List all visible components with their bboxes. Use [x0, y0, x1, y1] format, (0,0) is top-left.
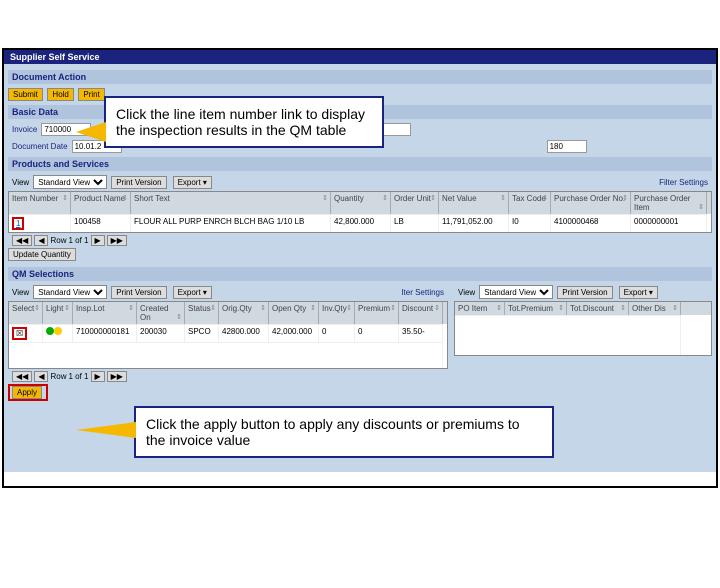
r-col-poitem[interactable]: PO Item	[455, 302, 505, 315]
callout-item-link: Click the line item number link to displ…	[104, 96, 384, 148]
qm-page-first[interactable]: ◀◀	[12, 371, 32, 382]
table-row: 1 100458 FLOUR ALL PURP ENRCH BLCH BAG 1…	[9, 214, 711, 232]
qm-printv-button[interactable]: Print Version	[111, 286, 166, 299]
qm-col-light[interactable]: Light	[43, 302, 73, 324]
hold-button[interactable]: Hold	[47, 88, 73, 101]
cell-product: 100458	[71, 214, 131, 232]
qm-view-label: View	[12, 288, 29, 297]
products-header: Products and Services	[8, 157, 712, 171]
col-short-text[interactable]: Short Text	[131, 192, 331, 214]
cell-qty: 42,800.000	[331, 214, 391, 232]
col-tax[interactable]: Tax Code	[509, 192, 551, 214]
r-col-prem[interactable]: Tot.Premium	[505, 302, 567, 315]
col-poitem[interactable]: Purchase Order Item	[631, 192, 707, 214]
print-button[interactable]: Print	[78, 88, 104, 101]
docdate-label: Document Date	[12, 142, 68, 151]
document-action-header: Document Action	[8, 70, 712, 84]
view-label: View	[12, 178, 29, 187]
qm-col-inv[interactable]: Inv.Qty	[319, 302, 355, 324]
col-pono[interactable]: Purchase Order No.	[551, 192, 631, 214]
r-col-other[interactable]: Other Dis	[629, 302, 681, 315]
callout-apply: Click the apply button to apply any disc…	[134, 406, 554, 458]
qm-view-select[interactable]: Standard View	[33, 285, 107, 299]
qm-select-check[interactable]: ☒	[12, 327, 27, 340]
qm-cell-prem: 0	[355, 324, 399, 342]
qm-cell-created: 200030	[137, 324, 185, 342]
qm-cell-disc: 35.50-	[399, 324, 443, 342]
qm-header: QM Selections	[8, 267, 712, 281]
col-product[interactable]: Product Name	[71, 192, 131, 214]
invoice-label: Invoice	[12, 125, 37, 134]
right-table: PO Item Tot.Premium Tot.Discount Other D…	[454, 301, 712, 356]
qm-col-select[interactable]: Select	[9, 302, 43, 324]
r-export-button[interactable]: Export ▾	[619, 286, 658, 299]
item-number-link[interactable]: 1	[16, 219, 20, 228]
apply-button[interactable]: Apply	[12, 386, 42, 399]
id-field[interactable]	[547, 140, 587, 153]
qm-page-prev[interactable]: ◀	[34, 371, 48, 382]
qm-pager-of: 1 of 1	[68, 372, 88, 381]
title-bar: Supplier Self Service	[4, 50, 716, 64]
page-next[interactable]: ▶	[91, 235, 105, 246]
r-printv-button[interactable]: Print Version	[557, 286, 612, 299]
page-last[interactable]: ▶▶	[107, 235, 127, 246]
qm-table: Select Light Insp.Lot Created On Status …	[8, 301, 448, 369]
qm-col-lot[interactable]: Insp.Lot	[73, 302, 137, 324]
qm-export-button[interactable]: Export ▾	[173, 286, 212, 299]
page-first[interactable]: ◀◀	[12, 235, 32, 246]
qm-cell-status: SPCO	[185, 324, 219, 342]
qm-col-disc[interactable]: Discount	[399, 302, 443, 324]
cell-poitem: 0000000001	[631, 214, 707, 232]
cell-net: 11,791,052.00	[439, 214, 509, 232]
col-item-number[interactable]: Item Number	[9, 192, 71, 214]
col-qty[interactable]: Quantity	[331, 192, 391, 214]
qm-cell-orig: 42800.000	[219, 324, 269, 342]
qm-col-orig[interactable]: Orig.Qty	[219, 302, 269, 324]
r-col-disc[interactable]: Tot.Discount	[567, 302, 629, 315]
qm-col-prem[interactable]: Premium	[355, 302, 399, 324]
cell-tax: I0	[509, 214, 551, 232]
page-prev[interactable]: ◀	[34, 235, 48, 246]
submit-button[interactable]: Submit	[8, 88, 43, 101]
qm-page-next[interactable]: ▶	[91, 371, 105, 382]
qm-cell-lot: 710000000181	[73, 324, 137, 342]
pager-of: 1 of 1	[68, 236, 88, 245]
export-button[interactable]: Export ▾	[173, 176, 212, 189]
light-green-icon	[46, 327, 54, 335]
col-netvalue[interactable]: Net Value	[439, 192, 509, 214]
qm-pager-row: Row	[50, 372, 66, 381]
qm-iter-link[interactable]: Iter Settings	[401, 288, 444, 297]
printversion-button[interactable]: Print Version	[111, 176, 166, 189]
qm-col-status[interactable]: Status	[185, 302, 219, 324]
col-unit[interactable]: Order Unit	[391, 192, 439, 214]
cell-text: FLOUR ALL PURP ENRCH BLCH BAG 1/10 LB	[131, 214, 331, 232]
qm-cell-open: 42,000.000	[269, 324, 319, 342]
qm-page-last[interactable]: ▶▶	[107, 371, 127, 382]
qm-col-open[interactable]: Open Qty	[269, 302, 319, 324]
items-table: Item Number Product Name Short Text Quan…	[8, 191, 712, 233]
update-qty-button[interactable]: Update Quantity	[8, 248, 76, 261]
qm-col-created[interactable]: Created On	[137, 302, 185, 324]
r-view-select[interactable]: Standard View	[479, 285, 553, 299]
pager-row: Row	[50, 236, 66, 245]
view-select[interactable]: Standard View	[33, 175, 107, 189]
light-yellow-icon	[54, 327, 62, 335]
filter-settings-link[interactable]: Filter Settings	[659, 178, 708, 187]
cell-pono: 4100000468	[551, 214, 631, 232]
r-view-label: View	[458, 288, 475, 297]
qm-row: ☒ 710000000181 200030 SPCO 42800.000 42,…	[9, 324, 447, 342]
cell-unit: LB	[391, 214, 439, 232]
qm-cell-inv: 0	[319, 324, 355, 342]
